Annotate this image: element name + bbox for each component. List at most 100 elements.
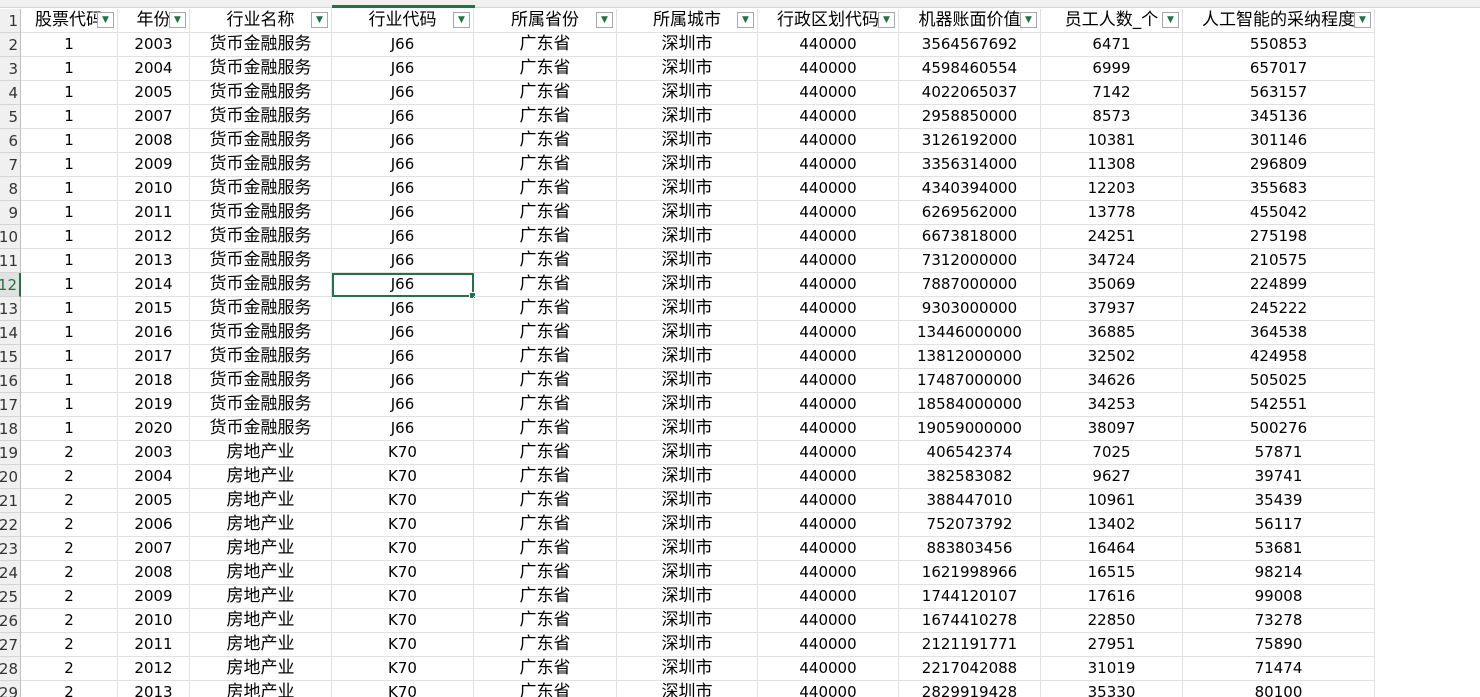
cell-year[interactable]: 2008 [118, 129, 190, 153]
header-cell-ai-adoption[interactable]: 人工智能的采纳程度 ▼ [1183, 9, 1375, 33]
cell-stock-code[interactable]: 2 [21, 561, 118, 585]
cell-city[interactable]: 深圳市 [617, 273, 758, 297]
cell-machine-value[interactable]: 2958850000 [899, 105, 1041, 129]
header-cell-admin-code[interactable]: 行政区划代码 ▼ [758, 9, 899, 33]
cell-city[interactable]: 深圳市 [617, 537, 758, 561]
row-header[interactable]: 1 [0, 9, 21, 33]
cell-machine-value[interactable]: 406542374 [899, 441, 1041, 465]
cell-stock-code[interactable]: 1 [21, 81, 118, 105]
cell-year[interactable]: 2007 [118, 537, 190, 561]
cell-year[interactable]: 2011 [118, 633, 190, 657]
cell-city[interactable]: 深圳市 [617, 513, 758, 537]
cell-stock-code[interactable]: 1 [21, 129, 118, 153]
cell-ai-adoption[interactable]: 57871 [1183, 441, 1375, 465]
cell-machine-value[interactable]: 17487000000 [899, 369, 1041, 393]
cell-ai-adoption[interactable]: 455042 [1183, 201, 1375, 225]
row-header[interactable]: 20 [0, 465, 21, 489]
cell-industry-code[interactable]: J66 [332, 393, 474, 417]
row-header[interactable]: 29 [0, 681, 21, 697]
cell-machine-value[interactable]: 3126192000 [899, 129, 1041, 153]
cell-city[interactable]: 深圳市 [617, 417, 758, 441]
cell-ai-adoption[interactable]: 98214 [1183, 561, 1375, 585]
cell-industry-name[interactable]: 货币金融服务 [190, 33, 332, 57]
cell-machine-value[interactable]: 883803456 [899, 537, 1041, 561]
cell-ai-adoption[interactable]: 99008 [1183, 585, 1375, 609]
cell-admin-code[interactable]: 440000 [758, 345, 899, 369]
cell-year[interactable]: 2005 [118, 489, 190, 513]
cell-city[interactable]: 深圳市 [617, 297, 758, 321]
cell-ai-adoption[interactable]: 210575 [1183, 249, 1375, 273]
cell-employees[interactable]: 7142 [1041, 81, 1183, 105]
cell-industry-name[interactable]: 房地产业 [190, 585, 332, 609]
cell-industry-code[interactable]: K70 [332, 465, 474, 489]
cell-year[interactable]: 2017 [118, 345, 190, 369]
cell-province[interactable]: 广东省 [474, 153, 617, 177]
filter-dropdown-icon[interactable]: ▼ [1354, 12, 1371, 28]
cell-industry-code[interactable]: K70 [332, 681, 474, 697]
cell-employees[interactable]: 17616 [1041, 585, 1183, 609]
cell-city[interactable]: 深圳市 [617, 201, 758, 225]
cell-employees[interactable]: 27951 [1041, 633, 1183, 657]
row-header[interactable]: 2 [0, 33, 21, 57]
cell-city[interactable]: 深圳市 [617, 33, 758, 57]
filter-dropdown-icon[interactable]: ▼ [596, 12, 613, 28]
header-cell-stock-code[interactable]: 股票代码 ▼ [21, 9, 118, 33]
cell-employees[interactable]: 31019 [1041, 657, 1183, 681]
cell-stock-code[interactable]: 1 [21, 345, 118, 369]
cell-industry-code[interactable]: J66 [332, 417, 474, 441]
cell-province[interactable]: 广东省 [474, 273, 617, 297]
cell-admin-code[interactable]: 440000 [758, 33, 899, 57]
cell-year[interactable]: 2010 [118, 609, 190, 633]
cell-employees[interactable]: 36885 [1041, 321, 1183, 345]
cell-stock-code[interactable]: 2 [21, 537, 118, 561]
cell-industry-code[interactable]: K70 [332, 537, 474, 561]
cell-admin-code[interactable]: 440000 [758, 369, 899, 393]
cell-industry-code[interactable]: K70 [332, 609, 474, 633]
cell-ai-adoption[interactable]: 35439 [1183, 489, 1375, 513]
cell-machine-value[interactable]: 388447010 [899, 489, 1041, 513]
cell-admin-code[interactable]: 440000 [758, 249, 899, 273]
cell-admin-code[interactable]: 440000 [758, 393, 899, 417]
cell-province[interactable]: 广东省 [474, 369, 617, 393]
cell-ai-adoption[interactable]: 71474 [1183, 657, 1375, 681]
cell-province[interactable]: 广东省 [474, 441, 617, 465]
cell-employees[interactable]: 11308 [1041, 153, 1183, 177]
cell-admin-code[interactable]: 440000 [758, 417, 899, 441]
cell-industry-name[interactable]: 房地产业 [190, 633, 332, 657]
cell-province[interactable]: 广东省 [474, 105, 617, 129]
cell-industry-name[interactable]: 房地产业 [190, 681, 332, 697]
cell-province[interactable]: 广东省 [474, 513, 617, 537]
cell-industry-name[interactable]: 货币金融服务 [190, 417, 332, 441]
cell-machine-value[interactable]: 19059000000 [899, 417, 1041, 441]
header-cell-year[interactable]: 年份 ▼ [118, 9, 190, 33]
cell-machine-value[interactable]: 1621998966 [899, 561, 1041, 585]
cell-city[interactable]: 深圳市 [617, 609, 758, 633]
cell-employees[interactable]: 35330 [1041, 681, 1183, 697]
cell-city[interactable]: 深圳市 [617, 321, 758, 345]
cell-city[interactable]: 深圳市 [617, 81, 758, 105]
cell-machine-value[interactable]: 6673818000 [899, 225, 1041, 249]
row-header[interactable]: 9 [0, 201, 21, 225]
cell-industry-code[interactable]: J66 [332, 225, 474, 249]
cell-industry-name[interactable]: 房地产业 [190, 561, 332, 585]
cell-ai-adoption[interactable]: 245222 [1183, 297, 1375, 321]
cell-industry-code[interactable]: K70 [332, 513, 474, 537]
cell-employees[interactable]: 34626 [1041, 369, 1183, 393]
cell-machine-value[interactable]: 13812000000 [899, 345, 1041, 369]
cell-industry-name[interactable]: 货币金融服务 [190, 369, 332, 393]
cell-year[interactable]: 2012 [118, 225, 190, 249]
cell-industry-name[interactable]: 货币金融服务 [190, 249, 332, 273]
cell-machine-value[interactable]: 382583082 [899, 465, 1041, 489]
cell-admin-code[interactable]: 440000 [758, 105, 899, 129]
cell-stock-code[interactable]: 1 [21, 369, 118, 393]
cell-admin-code[interactable]: 440000 [758, 585, 899, 609]
filter-dropdown-icon[interactable]: ▼ [737, 12, 754, 28]
cell-admin-code[interactable]: 440000 [758, 129, 899, 153]
row-header[interactable]: 6 [0, 129, 21, 153]
cell-stock-code[interactable]: 2 [21, 681, 118, 697]
cell-admin-code[interactable]: 440000 [758, 489, 899, 513]
cell-stock-code[interactable]: 1 [21, 393, 118, 417]
cell-city[interactable]: 深圳市 [617, 465, 758, 489]
cell-ai-adoption[interactable]: 275198 [1183, 225, 1375, 249]
cell-machine-value[interactable]: 752073792 [899, 513, 1041, 537]
